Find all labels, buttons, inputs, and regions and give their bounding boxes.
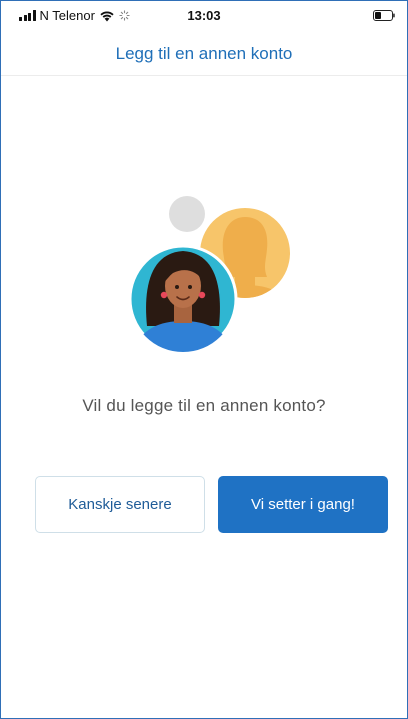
nav-bar: Legg til en annen konto bbox=[1, 31, 407, 76]
clock: 13:03 bbox=[187, 8, 221, 23]
person-avatar bbox=[128, 244, 238, 354]
question-text: Vil du legge til en annen konto? bbox=[82, 396, 326, 415]
battery-icon bbox=[373, 10, 395, 21]
status-bar: N Telenor 13:03 bbox=[1, 1, 407, 31]
phone-screen: N Telenor 13:03 Legg til en annen konto … bbox=[0, 0, 408, 719]
page-title: Legg til en annen konto bbox=[115, 44, 293, 63]
get-started-button[interactable]: Vi setter i gang! bbox=[218, 476, 388, 533]
accounts-illustration bbox=[128, 196, 290, 354]
maybe-later-button[interactable]: Kanskje senere bbox=[35, 476, 205, 533]
grey-dot bbox=[169, 196, 205, 232]
